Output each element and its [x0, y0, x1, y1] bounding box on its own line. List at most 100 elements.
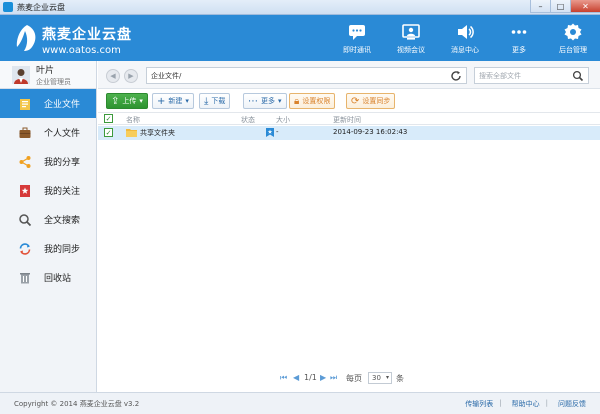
chevron-down-icon: ▾: [385, 374, 389, 381]
trash-icon: [20, 272, 30, 283]
more-button[interactable]: ⋯ 更多 ▾: [243, 93, 287, 109]
sidebar-item-personal-files[interactable]: 个人文件: [0, 118, 96, 147]
chevron-down-icon: ▾: [185, 97, 189, 105]
nav-label: 即时通讯: [343, 45, 371, 54]
sync-icon: [19, 242, 31, 255]
sync-label: 设置同步: [362, 97, 391, 105]
chevron-down-icon: ▾: [139, 97, 143, 105]
close-button[interactable]: ✕: [570, 0, 600, 13]
refresh-icon[interactable]: [450, 70, 462, 82]
sidebar-item-full-text-search[interactable]: 全文搜索: [0, 205, 96, 234]
per-page-unit: 条: [396, 374, 404, 383]
app-icon: [3, 2, 13, 12]
sidebar-item-recycle-bin[interactable]: 回收站: [0, 263, 96, 292]
link-feedback[interactable]: 问题反馈: [558, 399, 586, 409]
plus-icon: +: [157, 95, 166, 107]
forward-button[interactable]: ▶: [124, 69, 138, 83]
bookmark-icon[interactable]: [266, 128, 274, 137]
user-panel[interactable]: 叶片 企业管理员: [0, 61, 96, 89]
col-name[interactable]: 名称: [126, 115, 140, 125]
main-panel: ◀ ▶ 企业文件/ 搜索全部文件 ⇪ 上传 ▾ + 新建 ▾ ⤓ 下载 ⋯ 更多 ▾ 🔒︎ 设置…: [98, 61, 600, 392]
row-name[interactable]: 共享文件夹: [140, 128, 175, 138]
upload-button[interactable]: ⇪ 上传 ▾: [106, 93, 148, 109]
set-permissions-button[interactable]: 🔒︎ 设置权限: [289, 93, 336, 109]
sidebar-item-label: 我的分享: [44, 158, 81, 168]
star-icon: [20, 184, 30, 197]
sidebar-item-label: 全文搜索: [44, 216, 81, 226]
title-bar: 燕麦企业云盘 – □ ✕: [0, 0, 600, 15]
sync-icon: ⟳: [351, 95, 360, 107]
nav-label: 消息中心: [451, 45, 479, 54]
nav-instant-messaging[interactable]: 即时通讯: [330, 15, 384, 61]
link-transfer-list[interactable]: 传输列表: [465, 399, 493, 409]
search-input[interactable]: 搜索全部文件: [474, 67, 589, 84]
footer-links: 传输列表 | 帮助中心 | 问题反馈: [455, 399, 586, 409]
download-label: 下载: [211, 97, 226, 105]
copyright: Copyright © 2014 燕麦企业云盘 v3.2: [14, 400, 140, 408]
row-checkbox[interactable]: ✓: [104, 128, 113, 137]
new-button[interactable]: + 新建 ▾: [152, 93, 194, 109]
nav-label: 后台管理: [559, 45, 587, 54]
search-icon: [19, 213, 32, 226]
nav-video-meeting[interactable]: 视频会议: [384, 15, 438, 61]
chat-icon: [349, 24, 365, 40]
link-help-center[interactable]: 帮助中心: [512, 399, 540, 409]
col-status[interactable]: 状态: [241, 115, 255, 125]
table-header: ✓ 名称 状态 大小 更新时间: [98, 113, 600, 125]
col-updated[interactable]: 更新时间: [333, 115, 361, 125]
brand-domain: www.oatos.com: [42, 45, 121, 56]
header-nav: 即时通讯 视频会议 消息中心 更多 后台管理: [330, 15, 600, 61]
permissions-label: 设置权限: [302, 97, 331, 105]
brand-logo-icon: [16, 25, 36, 51]
speaker-icon: [458, 24, 474, 39]
gear-icon: [564, 23, 582, 40]
last-page-icon[interactable]: ⏭: [330, 373, 337, 383]
search-icon[interactable]: [572, 70, 584, 82]
sidebar: 叶片 企业管理员 企业文件 个人文件 我的分享 我的关注 全文搜索 我的同步 回…: [0, 61, 97, 392]
avatar: [12, 65, 30, 84]
table-row[interactable]: ✓ 共享文件夹 - 2014-09-23 16:02:43: [98, 126, 600, 140]
path-text: 企业文件/: [151, 71, 182, 80]
chevron-down-icon: ▾: [278, 97, 282, 105]
more-label: 更多: [261, 97, 275, 105]
sidebar-item-label: 我的关注: [44, 187, 81, 197]
share-icon: [19, 155, 31, 168]
page-indicator: 1/1: [304, 373, 317, 382]
sidebar-item-my-sync[interactable]: 我的同步: [0, 234, 96, 263]
search-placeholder: 搜索全部文件: [479, 71, 521, 80]
nav-more[interactable]: 更多: [492, 15, 546, 61]
nav-message-center[interactable]: 消息中心: [438, 15, 492, 61]
maximize-button[interactable]: □: [550, 0, 570, 13]
nav-label: 更多: [512, 45, 526, 54]
set-sync-button[interactable]: ⟳ 设置同步: [346, 93, 396, 109]
back-button[interactable]: ◀: [106, 69, 120, 83]
row-size: -: [276, 128, 279, 136]
per-page-select[interactable]: 30 ▾: [368, 372, 392, 384]
download-button[interactable]: ⤓ 下载: [199, 93, 231, 109]
sidebar-item-label: 企业文件: [44, 100, 81, 110]
folder-icon: [126, 129, 137, 137]
select-all-checkbox[interactable]: ✓: [104, 114, 113, 123]
video-meeting-icon: [402, 23, 420, 40]
first-page-icon[interactable]: ⏮: [280, 373, 287, 383]
next-page-icon[interactable]: ▶: [320, 373, 326, 382]
sidebar-item-my-follows[interactable]: 我的关注: [0, 176, 96, 205]
sidebar-item-label: 回收站: [44, 274, 72, 284]
col-size[interactable]: 大小: [276, 115, 290, 125]
prev-page-icon[interactable]: ◀: [293, 373, 299, 382]
user-role: 企业管理员: [36, 77, 71, 86]
divider: |: [545, 399, 548, 407]
minimize-button[interactable]: –: [530, 0, 550, 13]
divider: |: [499, 399, 502, 407]
more-icon: ⋯: [248, 95, 258, 107]
per-page-label: 每页: [346, 374, 362, 383]
nav-admin[interactable]: 后台管理: [546, 15, 600, 61]
path-box[interactable]: 企业文件/: [146, 67, 467, 84]
sidebar-item-enterprise-files[interactable]: 企业文件: [0, 89, 96, 118]
more-icon: [511, 29, 527, 34]
upload-icon: ⇪: [111, 95, 120, 107]
sidebar-item-label: 个人文件: [44, 129, 81, 139]
sidebar-item-my-shares[interactable]: 我的分享: [0, 147, 96, 176]
upload-label: 上传: [122, 97, 137, 105]
status-bar: Copyright © 2014 燕麦企业云盘 v3.2 传输列表 | 帮助中心…: [0, 392, 600, 414]
